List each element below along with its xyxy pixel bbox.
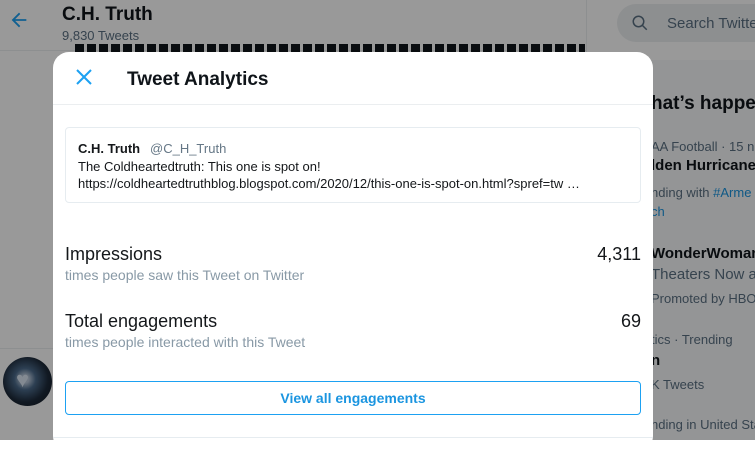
- close-button[interactable]: [67, 60, 101, 94]
- tweet-text: The Coldheartedtruth: This one is spot o…: [78, 158, 628, 192]
- modal-title: Tweet Analytics: [127, 69, 269, 90]
- tweet-preview-card: C.H. Truth @C_H_Truth The Coldheartedtru…: [65, 127, 641, 203]
- modal-header: Tweet Analytics: [53, 52, 653, 105]
- engagements-description: times people interacted with this Tweet: [65, 334, 306, 350]
- tweet-analytics-modal: Tweet Analytics C.H. Truth @C_H_Truth Th…: [53, 52, 653, 452]
- divider: [53, 437, 653, 438]
- tweet-author-handle: @C_H_Truth: [150, 141, 227, 156]
- close-icon: [76, 69, 92, 85]
- view-all-engagements-button[interactable]: View all engagements: [65, 381, 641, 415]
- engagements-label: Total engagements: [65, 311, 218, 331]
- tweet-link[interactable]: https://coldheartedtruthblog.blogspot.co…: [78, 175, 618, 192]
- impressions-value: 4,311: [597, 244, 641, 264]
- engagements-value: 69: [620, 311, 641, 331]
- tweet-author-name: C.H. Truth: [78, 141, 141, 156]
- tweet-text-line: The Coldheartedtruth: This one is spot o…: [78, 159, 321, 174]
- impressions-label: Impressions: [65, 244, 163, 264]
- impressions-description: times people saw this Tweet on Twitter: [65, 267, 305, 283]
